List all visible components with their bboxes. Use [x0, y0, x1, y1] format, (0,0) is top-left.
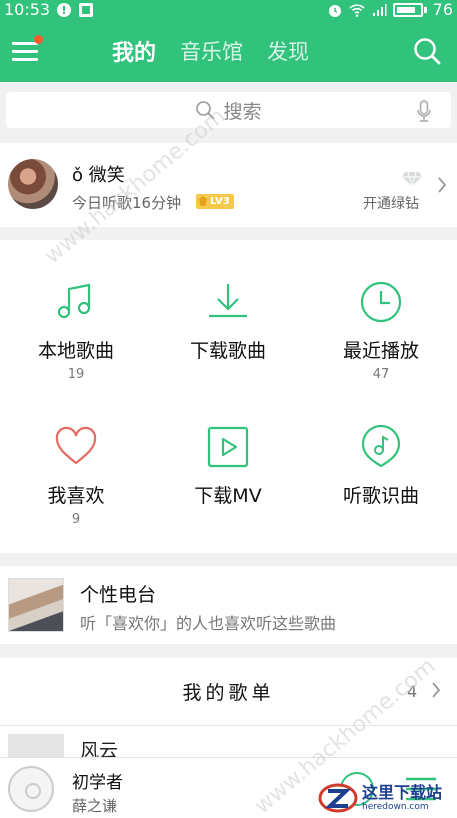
recent-play-count: 47	[372, 367, 390, 382]
chevron-right-icon	[438, 177, 447, 193]
local-songs-button[interactable]: 本地歌曲 19	[0, 240, 152, 385]
music-recognition-button[interactable]: 听歌识曲	[305, 385, 457, 530]
heart-icon	[55, 426, 97, 465]
listen-time: 今日听歌16分钟	[72, 194, 182, 212]
radio-title: 个性电台	[80, 584, 157, 606]
level-badge: LV3	[196, 194, 234, 209]
tab-mine[interactable]: 我的	[112, 35, 156, 67]
tab-discover[interactable]: 发现	[267, 36, 309, 66]
recent-play-label: 最近播放	[342, 340, 419, 362]
notification-image-icon	[79, 2, 94, 17]
search-placeholder: 搜索	[223, 100, 262, 123]
local-songs-label: 本地歌曲	[37, 340, 114, 362]
favorites-button[interactable]: 我喜欢 9	[0, 385, 152, 530]
music-recognize-icon	[361, 425, 401, 468]
chevron-right-icon	[432, 682, 441, 698]
open-green-diamond-link[interactable]: 开通绿钻	[363, 193, 419, 213]
profile-card[interactable]: ǒ 微笑 今日听歌16分钟 LV3 开通绿钻	[0, 143, 457, 227]
notification-dot	[34, 35, 43, 44]
album-disc-icon	[8, 766, 54, 812]
site-name-cn: 这里下载站	[362, 782, 443, 802]
download-icon	[209, 284, 247, 318]
playlists-count: 4	[407, 682, 418, 701]
favorites-label: 我喜欢	[47, 485, 105, 507]
tab-music-hall[interactable]: 音乐馆	[180, 36, 243, 66]
main-tabs: 我的 音乐馆 发现	[112, 19, 309, 82]
wifi-icon	[349, 3, 365, 17]
favorites-count: 9	[71, 512, 81, 527]
site-watermark: 这里下载站 heredown.com	[318, 778, 457, 818]
battery-level: 76	[432, 0, 453, 19]
now-playing-artist: 薛之谦	[72, 797, 118, 815]
microphone-icon[interactable]	[417, 100, 431, 122]
status-bar: 10:53 76	[0, 0, 457, 19]
downloaded-songs-label: 下载歌曲	[189, 340, 266, 362]
search-icon[interactable]	[413, 37, 441, 65]
recent-play-button[interactable]: 最近播放 47	[305, 240, 457, 385]
site-name-en: heredown.com	[362, 801, 429, 812]
personal-radio[interactable]: 个性电台 听「喜欢你」的人也喜欢听这些歌曲	[0, 566, 457, 644]
menu-icon-line	[12, 50, 38, 53]
user-nickname: ǒ 微笑	[72, 165, 125, 186]
green-diamond-icon	[402, 171, 422, 187]
signal-icon	[372, 3, 387, 16]
radio-thumbnail	[8, 578, 64, 632]
my-playlists-header[interactable]: 我的歌单 4	[0, 658, 457, 726]
status-time: 10:53	[4, 0, 51, 19]
video-play-icon	[207, 426, 249, 468]
battery-icon	[392, 2, 423, 17]
now-playing-title: 初学者	[72, 773, 123, 793]
downloaded-mv-label: 下载MV	[194, 485, 262, 507]
clock-icon	[360, 281, 402, 323]
music-note-icon	[57, 283, 91, 319]
menu-button[interactable]	[12, 35, 43, 63]
radio-subtitle: 听「喜欢你」的人也喜欢听这些歌曲	[80, 614, 337, 633]
menu-icon-line	[12, 58, 38, 61]
downloaded-mv-button[interactable]: 下载MV	[152, 385, 304, 530]
site-logo	[318, 780, 358, 816]
shortcut-grid: 本地歌曲 19 下载歌曲 最近播放 47 我喜欢 9 下载MV 听歌识曲	[0, 240, 457, 553]
music-recognition-label: 听歌识曲	[342, 485, 419, 507]
search-field-icon	[196, 101, 215, 120]
alarm-icon	[328, 4, 341, 17]
search-input[interactable]: 搜索	[6, 92, 451, 128]
playlists-title: 我的歌单	[182, 682, 275, 704]
avatar[interactable]	[8, 159, 58, 209]
local-songs-count: 19	[67, 367, 85, 382]
notification-app-icon	[57, 2, 72, 17]
search-section: 搜索	[0, 82, 457, 138]
battery-tip	[423, 6, 427, 13]
site-logo-icon	[318, 783, 358, 813]
downloaded-songs-button[interactable]: 下载歌曲	[152, 240, 304, 385]
top-bar: 我的 音乐馆 发现	[0, 19, 457, 82]
